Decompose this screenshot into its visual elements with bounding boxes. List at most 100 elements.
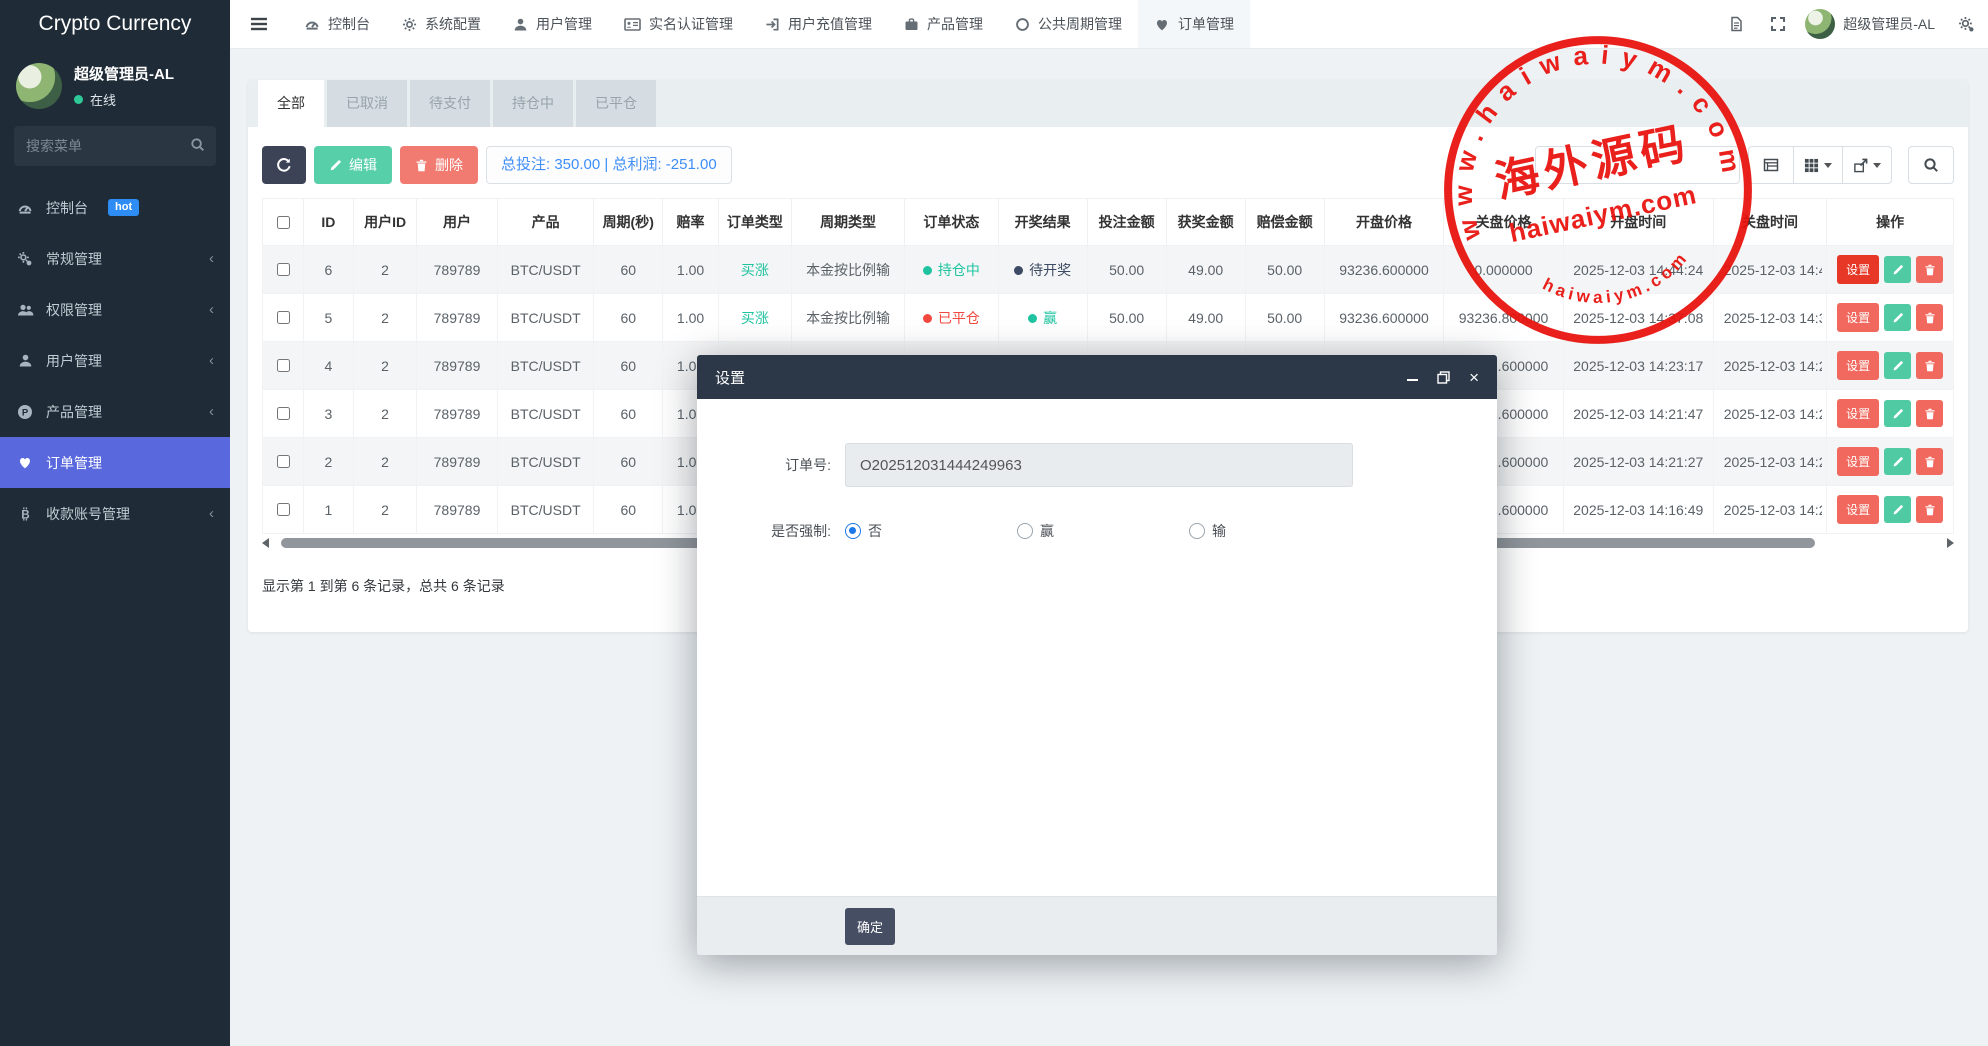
tab-unpaid[interactable]: 待支付 [410, 80, 490, 127]
gears-icon [16, 251, 34, 267]
minimize-button[interactable] [1407, 367, 1418, 387]
order-no-input[interactable] [845, 443, 1353, 487]
topnav-item-public-cycle[interactable]: 公共周期管理 [999, 0, 1138, 48]
topnav-item-system-config[interactable]: 系统配置 [386, 0, 497, 48]
cell-uid: 2 [354, 342, 417, 390]
cell-uid: 2 [354, 246, 417, 294]
delete-row-button[interactable] [1916, 400, 1943, 427]
row-checkbox[interactable] [277, 263, 290, 276]
force-radio-赢[interactable]: 赢 [1017, 521, 1165, 541]
refresh-button[interactable] [262, 146, 306, 184]
search-icon [190, 137, 205, 152]
table-search-input[interactable] [1535, 146, 1740, 184]
sidebar-item-user[interactable]: 用户管理‹ [0, 335, 230, 386]
user-avatar[interactable] [16, 63, 62, 109]
edit-button[interactable]: 编辑 [314, 146, 392, 184]
select-all-checkbox[interactable] [277, 216, 290, 229]
cell-close_time: 2025-12-03 14:24:17 [1713, 342, 1826, 390]
cell-check [263, 342, 304, 390]
chevron-down-icon [1873, 163, 1881, 168]
cell-user: 789789 [416, 294, 497, 342]
sidebar-item-general[interactable]: 常规管理‹ [0, 233, 230, 284]
set-button[interactable]: 设置 [1837, 303, 1879, 332]
cell-actions: 设置 [1827, 294, 1954, 342]
scroll-left-arrow[interactable] [262, 538, 269, 548]
dialog-header[interactable]: 设置 × [697, 355, 1497, 399]
edit-row-button[interactable] [1884, 352, 1911, 379]
settings-gears-icon[interactable] [1945, 0, 1988, 48]
topnav-username[interactable]: 超级管理员-AL [1843, 0, 1945, 48]
cell-product: BTC/USDT [498, 438, 594, 486]
row-checkbox[interactable] [277, 455, 290, 468]
edit-row-button[interactable] [1884, 448, 1911, 475]
top-navbar: 控制台系统配置用户管理实名认证管理用户充值管理产品管理公共周期管理 订单管理 超级… [230, 0, 1988, 49]
columns-dropdown-icon[interactable] [1794, 146, 1843, 184]
delete-row-button[interactable] [1916, 256, 1943, 283]
topnav-avatar[interactable] [1805, 9, 1835, 39]
tab-holding[interactable]: 持仓中 [493, 80, 573, 127]
tab-closed[interactable]: 已平仓 [576, 80, 656, 127]
sidebar-item-console[interactable]: 控制台hot [0, 182, 230, 233]
menu-toggle-button[interactable] [230, 0, 288, 48]
topnav-item-user-mgmt[interactable]: 用户管理 [497, 0, 608, 48]
delete-row-button[interactable] [1916, 304, 1943, 331]
edit-row-button[interactable] [1884, 256, 1911, 283]
topnav-item-realname-auth[interactable]: 实名认证管理 [608, 0, 749, 48]
scroll-right-arrow[interactable] [1947, 538, 1954, 548]
chevron-left-icon: ‹ [209, 506, 214, 521]
user-icon [16, 353, 34, 368]
row-checkbox[interactable] [277, 407, 290, 420]
cell-open_time: 2025-12-03 14:21:47 [1563, 390, 1713, 438]
set-button[interactable]: 设置 [1837, 351, 1879, 380]
translate-icon[interactable] [1715, 0, 1757, 48]
topnav-item-product[interactable]: 产品管理 [888, 0, 999, 48]
cell-check [263, 390, 304, 438]
cell-status: 已平仓 [905, 294, 998, 342]
search-button[interactable] [1908, 146, 1954, 184]
row-checkbox[interactable] [277, 503, 290, 516]
sidebar-item-product[interactable]: P产品管理‹ [0, 386, 230, 437]
brand-title: Crypto Currency [0, 0, 230, 48]
cell-actions: 设置 [1827, 342, 1954, 390]
sidebar-item-order[interactable]: 订单管理 [0, 437, 230, 488]
cell-period: 60 [594, 294, 663, 342]
confirm-button[interactable]: 确定 [845, 908, 895, 945]
column-header-period: 周期(秒) [594, 199, 663, 246]
sidebar-item-payee[interactable]: B收款账号管理‹ [0, 488, 230, 539]
force-radio-输[interactable]: 输 [1189, 521, 1337, 541]
topnav-item-console[interactable]: 控制台 [288, 0, 386, 48]
delete-button[interactable]: 删除 [400, 146, 478, 184]
set-button[interactable]: 设置 [1837, 495, 1879, 524]
set-button[interactable]: 设置 [1837, 399, 1879, 428]
pagination-toggle-icon[interactable] [1748, 146, 1794, 184]
sidebar-item-label: 权限管理 [46, 300, 102, 320]
set-button[interactable]: 设置 [1837, 255, 1879, 284]
export-dropdown-icon[interactable] [1843, 146, 1892, 184]
edit-row-button[interactable] [1884, 304, 1911, 331]
delete-row-button[interactable] [1916, 496, 1943, 523]
close-button[interactable]: × [1469, 367, 1479, 387]
force-radio-否[interactable]: 否 [845, 521, 993, 541]
tab-all[interactable]: 全部 [258, 80, 324, 127]
cell-uid: 2 [354, 486, 417, 534]
order-no-label: 订单号: [697, 455, 845, 475]
app-root: Crypto Currency 超级管理员-AL 在线 控制台hot常规管理‹权… [0, 0, 1988, 1046]
cell-user: 789789 [416, 486, 497, 534]
topnav-item-label: 订单管理 [1178, 14, 1234, 34]
maximize-button[interactable] [1437, 367, 1450, 387]
menu-search-input[interactable] [14, 126, 216, 166]
set-button[interactable]: 设置 [1837, 447, 1879, 476]
edit-row-button[interactable] [1884, 400, 1911, 427]
row-checkbox[interactable] [277, 359, 290, 372]
tab-cancelled[interactable]: 已取消 [327, 80, 407, 127]
sidebar-item-auth[interactable]: 权限管理‹ [0, 284, 230, 335]
cell-bet: 50.00 [1087, 246, 1166, 294]
column-header-bet: 投注金额 [1087, 199, 1166, 246]
topnav-item-order[interactable]: 订单管理 [1138, 0, 1250, 48]
delete-row-button[interactable] [1916, 448, 1943, 475]
topnav-item-recharge[interactable]: 用户充值管理 [749, 0, 888, 48]
fullscreen-icon[interactable] [1757, 0, 1799, 48]
row-checkbox[interactable] [277, 311, 290, 324]
edit-row-button[interactable] [1884, 496, 1911, 523]
delete-row-button[interactable] [1916, 352, 1943, 379]
